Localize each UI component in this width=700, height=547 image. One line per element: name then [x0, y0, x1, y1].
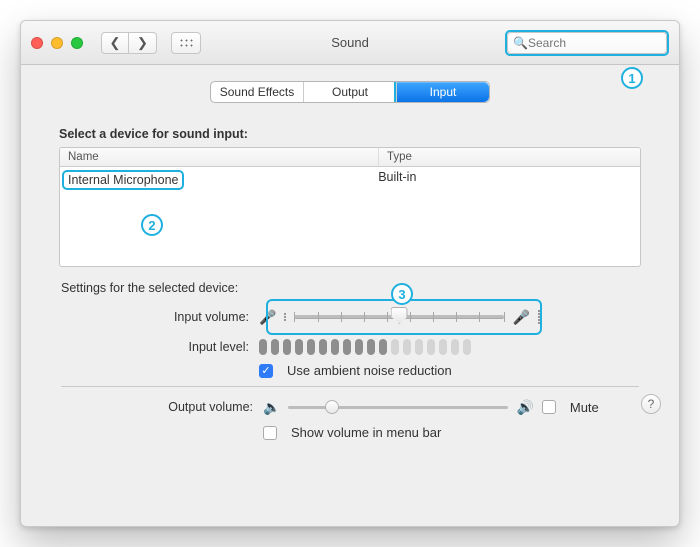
level-bar: [391, 339, 399, 355]
level-bar: [403, 339, 411, 355]
output-section: Output volume: 🔈 🔊 Mute: [43, 397, 657, 440]
window-controls: [31, 37, 83, 49]
forward-button[interactable]: ❯: [129, 32, 157, 54]
device-table: Name Type Internal Microphone Built-in: [59, 147, 641, 267]
menubar-checkbox[interactable]: [263, 426, 277, 440]
back-button[interactable]: ❮: [101, 32, 129, 54]
input-volume-row: Input volume: 🎤: [59, 303, 641, 331]
level-bar: [283, 339, 291, 355]
level-bar: [307, 339, 315, 355]
output-slider-knob[interactable]: [325, 400, 339, 414]
menubar-row: Show volume in menu bar: [63, 425, 637, 440]
slider-thumb[interactable]: [391, 307, 408, 324]
level-bar: [451, 339, 459, 355]
title-bar: ❮ ❯ Sound 🔍: [21, 21, 679, 65]
level-bar: [295, 339, 303, 355]
device-name: Internal Microphone: [68, 173, 178, 187]
dots-low: [284, 313, 286, 321]
level-bar: [259, 339, 267, 355]
level-bar: [427, 339, 435, 355]
table-row[interactable]: Internal Microphone Built-in: [60, 167, 640, 193]
input-level-row: Input level:: [59, 339, 641, 355]
mute-label: Mute: [570, 400, 599, 415]
zoom-window-button[interactable]: [71, 37, 83, 49]
input-panel: Select a device for sound input: Name Ty…: [43, 115, 657, 378]
settings-label: Settings for the selected device:: [61, 281, 641, 295]
input-volume-label: Input volume:: [59, 310, 259, 324]
level-bar: [367, 339, 375, 355]
ambient-label: Use ambient noise reduction: [287, 363, 452, 378]
output-volume-slider[interactable]: [288, 397, 508, 417]
table-header: Name Type: [60, 148, 640, 167]
level-bar: [271, 339, 279, 355]
callout-2: 2: [141, 214, 163, 236]
tab-input[interactable]: Input: [397, 82, 489, 102]
input-volume-slider[interactable]: [294, 303, 504, 331]
level-bar: [463, 339, 471, 355]
level-bar: [415, 339, 423, 355]
callout-1: 1: [621, 67, 643, 89]
show-all-button[interactable]: [171, 32, 201, 54]
level-bar: [379, 339, 387, 355]
level-bar: [319, 339, 327, 355]
search-input[interactable]: [507, 32, 667, 54]
callout-3: 3: [391, 283, 413, 305]
device-type: Built-in: [378, 170, 632, 190]
search-highlight: 🔍: [505, 30, 669, 56]
menubar-label: Show volume in menu bar: [291, 425, 441, 440]
mic-high-icon: 🎤: [512, 309, 529, 326]
tab-sound-effects[interactable]: Sound Effects: [211, 82, 304, 102]
mic-low-icon: 🎤: [259, 309, 276, 326]
input-heading: Select a device for sound input:: [59, 127, 641, 141]
col-name: Name: [60, 148, 379, 166]
help-button[interactable]: ?: [641, 394, 661, 414]
grid-icon: [179, 38, 193, 48]
input-level-label: Input level:: [59, 340, 259, 354]
col-type: Type: [379, 148, 640, 166]
tab-output[interactable]: Output: [304, 82, 397, 102]
search-icon: 🔍: [513, 36, 528, 50]
nav-group: ❮ ❯: [101, 32, 157, 54]
level-bar: [355, 339, 363, 355]
level-bar: [343, 339, 351, 355]
divider: [61, 386, 639, 387]
minimize-window-button[interactable]: [51, 37, 63, 49]
level-bar: [331, 339, 339, 355]
speaker-low-icon: 🔈: [263, 399, 280, 416]
speaker-high-icon: 🔊: [516, 399, 533, 416]
content-area: Sound Effects Output Input Select a devi…: [21, 65, 679, 462]
mute-checkbox[interactable]: [542, 400, 556, 414]
input-level-meter: [259, 339, 589, 355]
output-volume-row: Output volume: 🔈 🔊 Mute: [63, 397, 637, 417]
close-window-button[interactable]: [31, 37, 43, 49]
tab-bar: Sound Effects Output Input: [210, 81, 490, 103]
level-bar: [439, 339, 447, 355]
dots-high: [538, 310, 540, 324]
sound-preferences-window: ❮ ❯ Sound 🔍 1 Sound Effects Output Input…: [20, 20, 680, 527]
output-volume-label: Output volume:: [63, 400, 263, 414]
ambient-checkbox[interactable]: ✓: [259, 364, 273, 378]
ambient-row: ✓ Use ambient noise reduction: [59, 363, 641, 378]
device-name-highlight: Internal Microphone: [62, 170, 184, 190]
